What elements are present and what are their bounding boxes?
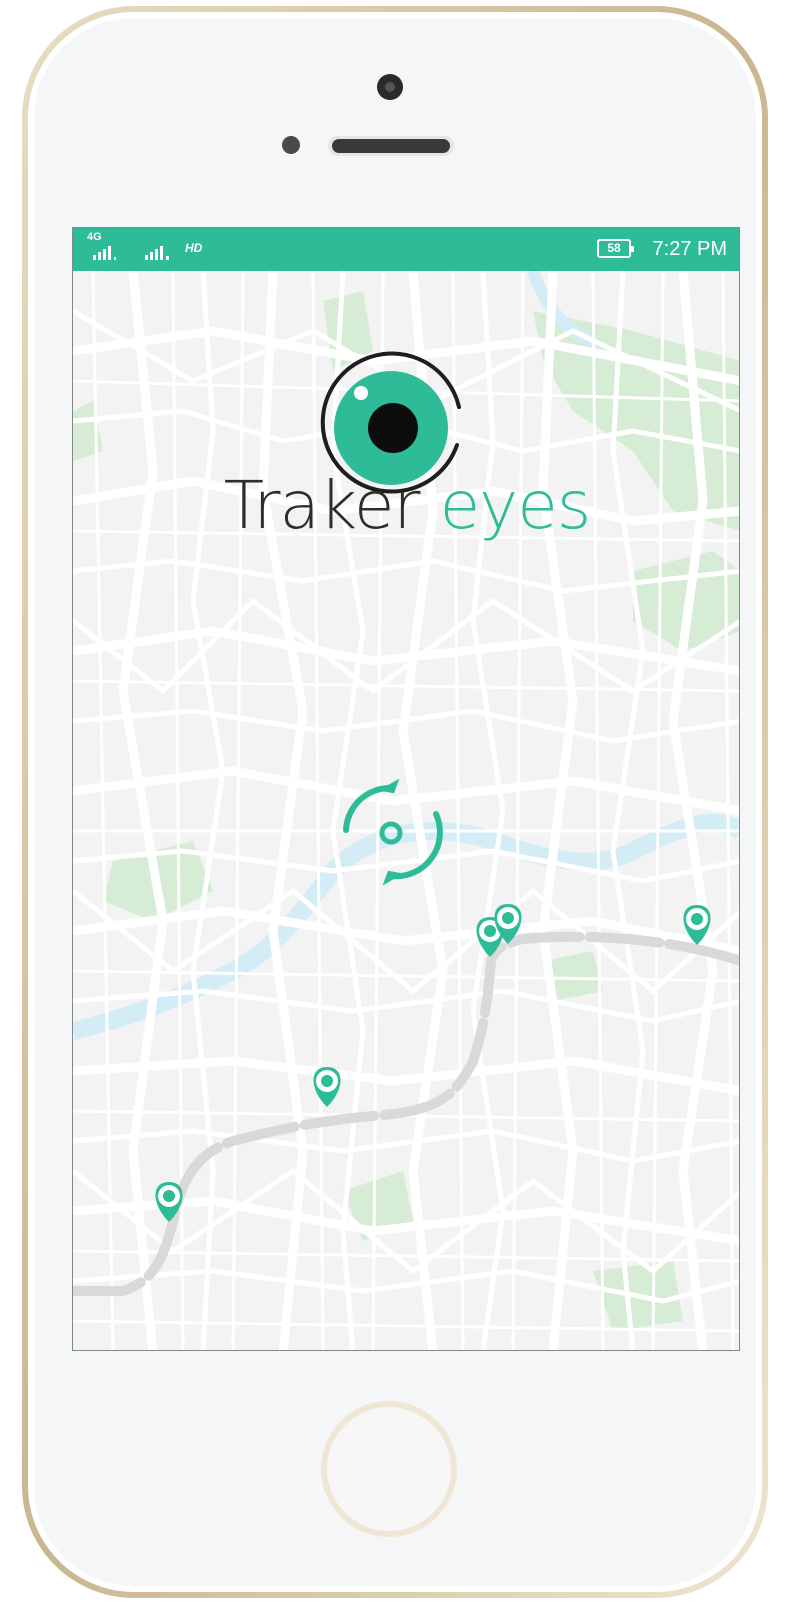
signal-icon [93,246,169,260]
map-pin-icon[interactable] [155,1182,183,1222]
app-title-word-1: Traker [223,467,421,544]
map-pin-icon[interactable] [313,1067,341,1107]
map-pin-icon[interactable] [683,905,711,945]
battery-level: 58 [607,241,621,255]
app-title: Traker eyes [73,466,739,546]
battery-icon: 58 [597,239,634,258]
refresh-locate-icon[interactable] [343,778,443,886]
app-screen: 4G HD 58 7:27 PM Traker eyes [72,227,740,1351]
app-title-word-2: eyes [439,467,592,544]
hd-label: HD [185,241,203,255]
status-time: 7:27 PM [652,238,727,260]
status-bar: 4G HD 58 7:27 PM [73,228,739,271]
